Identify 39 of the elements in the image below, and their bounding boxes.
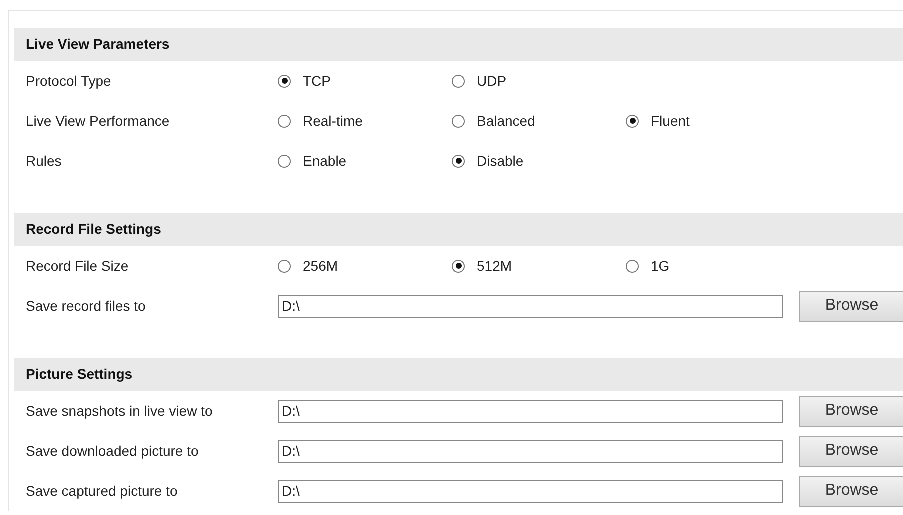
option-label: TCP [303, 73, 331, 89]
field-label: Record File Size [26, 258, 130, 274]
option-label: 1G [651, 258, 670, 274]
radio-button[interactable] [626, 260, 639, 272]
field-label: Save snapshots in live view to [26, 403, 214, 419]
section-header: Live View Parameters [14, 28, 903, 61]
path-field[interactable]: D:\ [278, 480, 783, 502]
option-label: Real-time [303, 113, 363, 129]
path-field[interactable]: D:\ [278, 440, 783, 462]
radio-button[interactable] [278, 114, 291, 128]
field-label: Live View Performance [26, 113, 171, 129]
option-label: 512M [477, 258, 512, 274]
section-header: Picture Settings [14, 358, 903, 391]
option-label: Enable [303, 153, 347, 169]
field-label: Save record files to [26, 298, 147, 314]
field-label: Save downloaded picture to [26, 443, 200, 459]
radio-button[interactable] [278, 74, 291, 88]
radio-button[interactable] [626, 114, 639, 128]
option-label: UDP [477, 73, 507, 89]
radio-button[interactable] [452, 154, 465, 168]
radio-button[interactable] [278, 154, 291, 168]
option-label: Disable [477, 153, 524, 169]
path-field[interactable]: D:\ [278, 294, 783, 318]
field-label: Rules [26, 153, 63, 169]
browse-button[interactable]: Browse [799, 290, 903, 322]
browse-button[interactable]: Browse [799, 476, 903, 506]
radio-button[interactable] [452, 260, 465, 272]
field-label: Save captured picture to [26, 483, 179, 499]
option-label: 256M [303, 258, 338, 274]
field-label: Protocol Type [26, 73, 112, 89]
radio-button[interactable] [452, 114, 465, 128]
section-header: Record File Settings [14, 213, 903, 246]
option-label: Balanced [477, 113, 536, 129]
radio-button[interactable] [452, 74, 465, 88]
radio-button[interactable] [278, 260, 291, 272]
path-field[interactable]: D:\ [278, 400, 783, 422]
browse-button[interactable]: Browse [799, 436, 903, 466]
option-label: Fluent [651, 113, 690, 129]
browse-button[interactable]: Browse [799, 396, 903, 426]
